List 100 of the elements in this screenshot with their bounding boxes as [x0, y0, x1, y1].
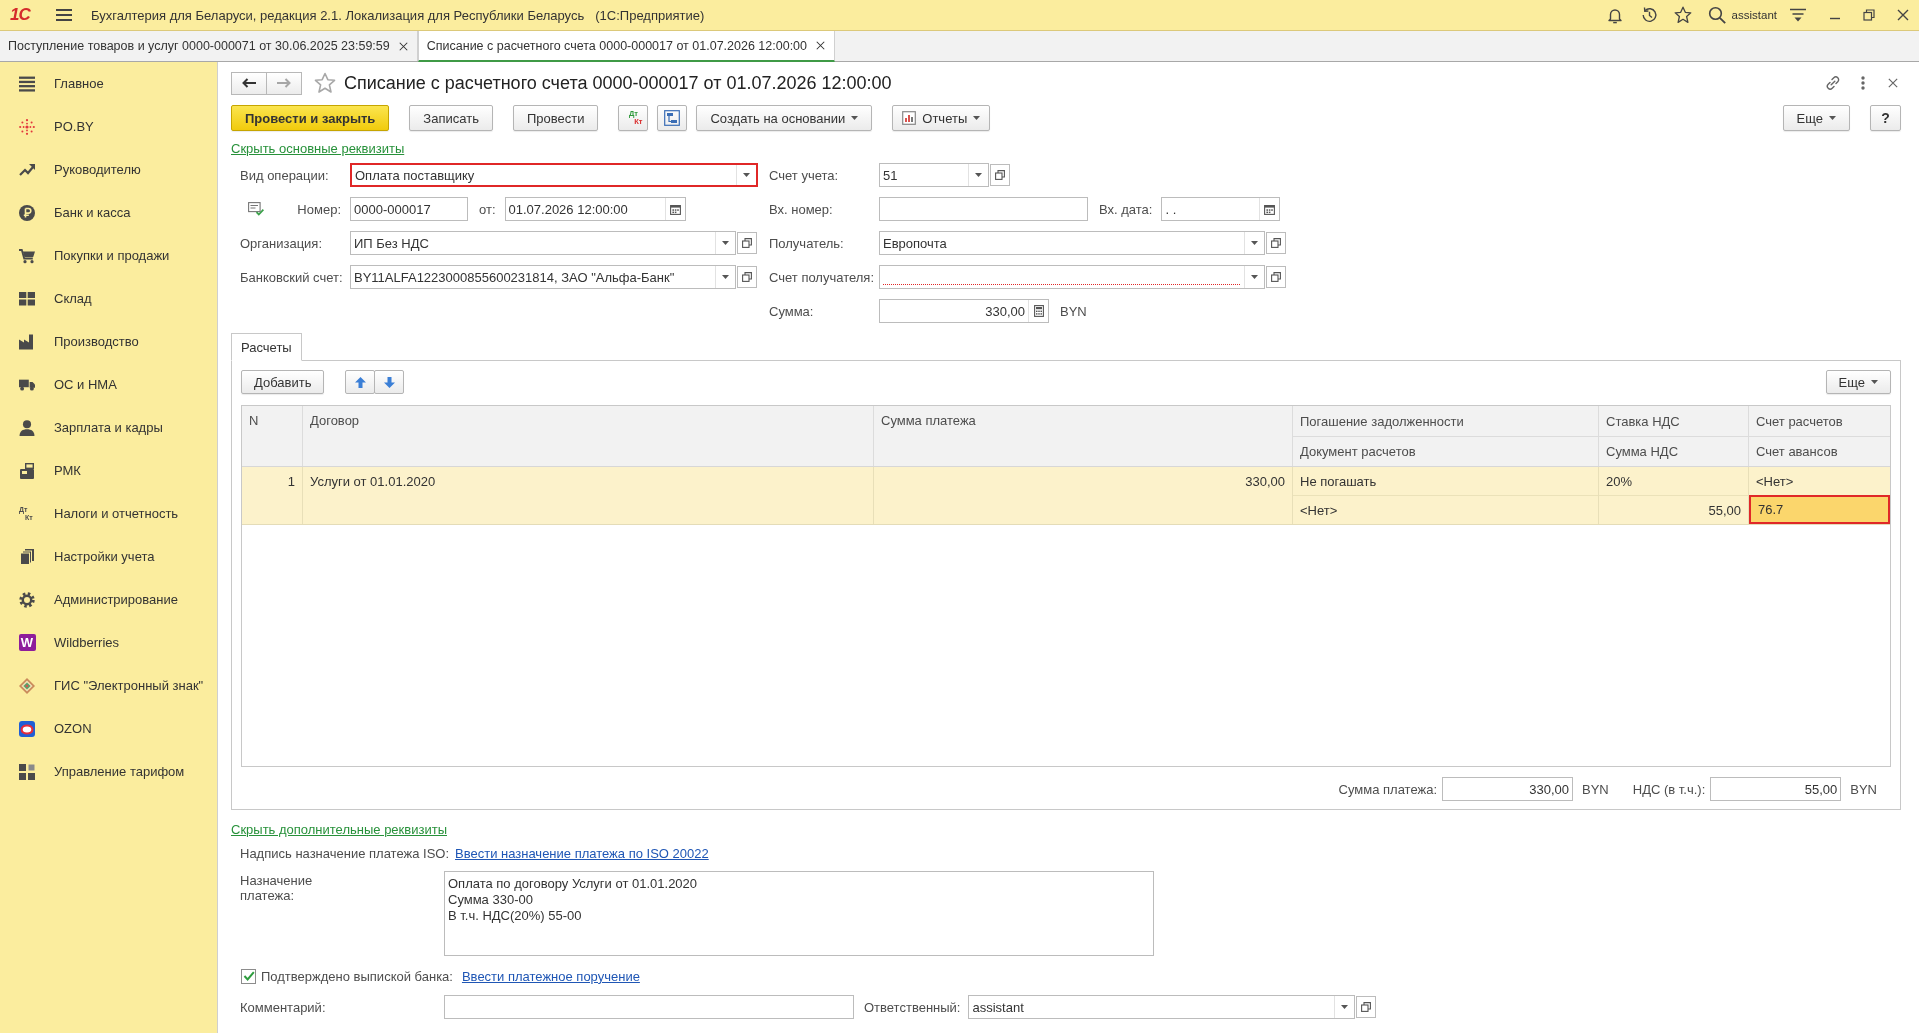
field-label: Счет получателя: — [769, 269, 875, 285]
sidebar-item[interactable]: ОС и НМА — [0, 363, 217, 406]
column-header[interactable]: Погашение задолженности — [1293, 406, 1598, 436]
total-field[interactable]: 330,00 — [1442, 777, 1574, 801]
open-button[interactable] — [1266, 232, 1286, 254]
caret-icon — [1829, 116, 1836, 120]
open-button[interactable] — [737, 232, 757, 254]
close-icon[interactable] — [398, 41, 408, 51]
help-button[interactable]: ? — [1870, 105, 1901, 131]
user-name[interactable]: assistant — [1731, 9, 1777, 21]
sidebar-item[interactable]: ГИС "Электронный знак" — [0, 664, 217, 707]
close-icon[interactable] — [1897, 9, 1909, 21]
section-tab[interactable]: Расчеты — [231, 333, 302, 361]
star-icon[interactable] — [1673, 6, 1692, 24]
report-icon — [902, 111, 917, 125]
column-header[interactable]: Счет расчетов — [1749, 406, 1890, 436]
caret-icon — [722, 241, 729, 245]
more-icon[interactable] — [1861, 76, 1865, 90]
field-label: Вх. номер: — [769, 201, 834, 217]
sidebar-item[interactable]: РМК — [0, 449, 217, 492]
responsible-field[interactable]: assistant — [968, 995, 1356, 1019]
platform-label: (1С:Предприятие) — [595, 7, 705, 23]
column-header[interactable]: Ставка НДС — [1599, 406, 1748, 436]
table-cell-text: Услуги от 01.01.2020 — [309, 473, 437, 491]
open-button[interactable] — [737, 266, 757, 288]
more-button[interactable]: Еще — [1825, 370, 1891, 394]
starburst-icon — [19, 118, 35, 135]
field-label: Банковский счет: — [240, 269, 344, 285]
open-button[interactable] — [1266, 266, 1286, 288]
recipient-field[interactable]: Европочта — [879, 231, 1265, 255]
open-button[interactable] — [1356, 996, 1377, 1018]
column-header[interactable]: Счет авансов — [1749, 436, 1890, 466]
number-field[interactable]: 0000-000017 — [350, 197, 468, 221]
post-and-close-button[interactable]: Провести и закрыть — [231, 105, 390, 131]
add-button[interactable]: Добавить — [241, 370, 325, 394]
incoming-date-field[interactable]: . . — [1161, 197, 1281, 221]
table-row[interactable]: 1 Услуги от 01.01.2020 330,00 Не погашать <Нет> 20% 55,00 <Нет> 76.7 — [242, 467, 1890, 525]
close-icon[interactable] — [1888, 78, 1898, 88]
field-label: Номер: — [297, 201, 341, 217]
reports-button[interactable]: Отчеты — [892, 105, 991, 131]
save-button[interactable]: Записать — [409, 105, 493, 131]
table-cell-text: <Нет> — [1755, 472, 1795, 491]
sidebar-item[interactable]: Управление тарифом — [0, 750, 217, 793]
organization-field[interactable]: ИП Без НДС — [350, 231, 736, 255]
sidebar-item[interactable]: Главное — [0, 62, 217, 105]
sidebar-item[interactable]: Склад — [0, 277, 217, 320]
sidebar-item[interactable]: Зарплата и кадры — [0, 406, 217, 449]
post-button[interactable]: Провести — [512, 105, 599, 131]
bell-icon[interactable] — [1605, 6, 1624, 24]
sidebar-item[interactable]: Банк и касса — [0, 191, 217, 234]
recipient-account-field[interactable] — [879, 265, 1265, 289]
menu-icon[interactable] — [56, 9, 72, 21]
sidebar-item[interactable]: Производство — [0, 320, 217, 363]
restore-icon[interactable] — [1863, 9, 1875, 21]
sidebar-item[interactable]: Покупки и продажи — [0, 234, 217, 277]
incoming-number-field[interactable] — [879, 197, 1088, 221]
move-up-button[interactable] — [345, 370, 376, 394]
options-icon[interactable] — [1789, 7, 1807, 23]
window-title: Бухгалтерия для Беларуси, редакция 2.1. Локализация для Республики Беларусь — [91, 7, 585, 23]
sidebar-item[interactable]: PO.BY — [0, 105, 217, 148]
operation-type-field[interactable]: Оплата поставщику — [350, 163, 758, 187]
link-icon[interactable] — [1825, 75, 1841, 91]
back-button[interactable] — [231, 71, 267, 95]
iso-link[interactable]: Ввести назначение платежа по ISO 20022 — [455, 845, 709, 861]
create-based-on-button[interactable]: Создать на основании — [696, 105, 873, 131]
sidebar-item[interactable]: OZON — [0, 707, 217, 750]
date-field[interactable]: 01.07.2026 12:00:00 — [504, 197, 686, 221]
field-label: Сумма: — [769, 303, 815, 319]
arrow-right-icon — [277, 78, 291, 88]
amount-field[interactable]: 330,00 — [879, 299, 1049, 323]
document-tab[interactable]: Поступление товаров и услуг 0000-000071 от 30.06.2025 23:59:59 — [0, 31, 418, 61]
column-header[interactable]: N — [242, 406, 302, 466]
total-field[interactable]: 55,00 — [1710, 777, 1842, 801]
hide-details-link[interactable]: Скрыть основные реквизиты — [231, 141, 405, 156]
star-icon[interactable] — [314, 72, 336, 94]
document-tab[interactable]: Списание с расчетного счета 0000-000017 от 01.07.2026 12:00:00 — [417, 31, 835, 62]
more-button[interactable]: Еще — [1782, 105, 1850, 131]
sidebar-item[interactable]: Руководителю — [0, 148, 217, 191]
checkbox[interactable] — [241, 968, 256, 984]
column-header[interactable]: Сумма НДС — [1599, 436, 1748, 466]
bank-account-field[interactable]: BY11ALFA1223000855600231814, ЗАО "Альфа-Банк" — [350, 265, 736, 289]
structure-button[interactable] — [657, 105, 688, 131]
search-icon[interactable] — [1707, 6, 1726, 24]
column-header[interactable]: Документ расчетов — [1293, 436, 1598, 466]
payment-order-link[interactable]: Ввести платежное поручение — [461, 968, 640, 984]
account-field[interactable]: 51 — [879, 163, 989, 187]
move-down-button[interactable] — [374, 370, 405, 394]
sidebar-item[interactable]: Администрирование — [0, 578, 217, 621]
caret-icon — [973, 116, 981, 120]
table-cell-text: 1 — [286, 473, 296, 491]
purpose-textarea[interactable]: Оплата по договору Услуги от 01.01.2020 Сумма 330-00 В т.ч. НДС(20%) 55-00 — [444, 871, 1154, 956]
sidebar-item[interactable]: W Wildberries — [0, 621, 217, 664]
comment-field[interactable] — [444, 995, 854, 1019]
close-icon[interactable] — [816, 41, 825, 50]
open-window-icon — [995, 170, 1005, 180]
column-header[interactable]: Сумма платежа — [874, 406, 1292, 466]
sidebar-item[interactable]: Настройки учета — [0, 535, 217, 578]
hide-details-link[interactable]: Скрыть дополнительные реквизиты — [231, 822, 447, 837]
open-button[interactable] — [990, 164, 1010, 186]
column-header[interactable]: Договор — [303, 406, 873, 466]
